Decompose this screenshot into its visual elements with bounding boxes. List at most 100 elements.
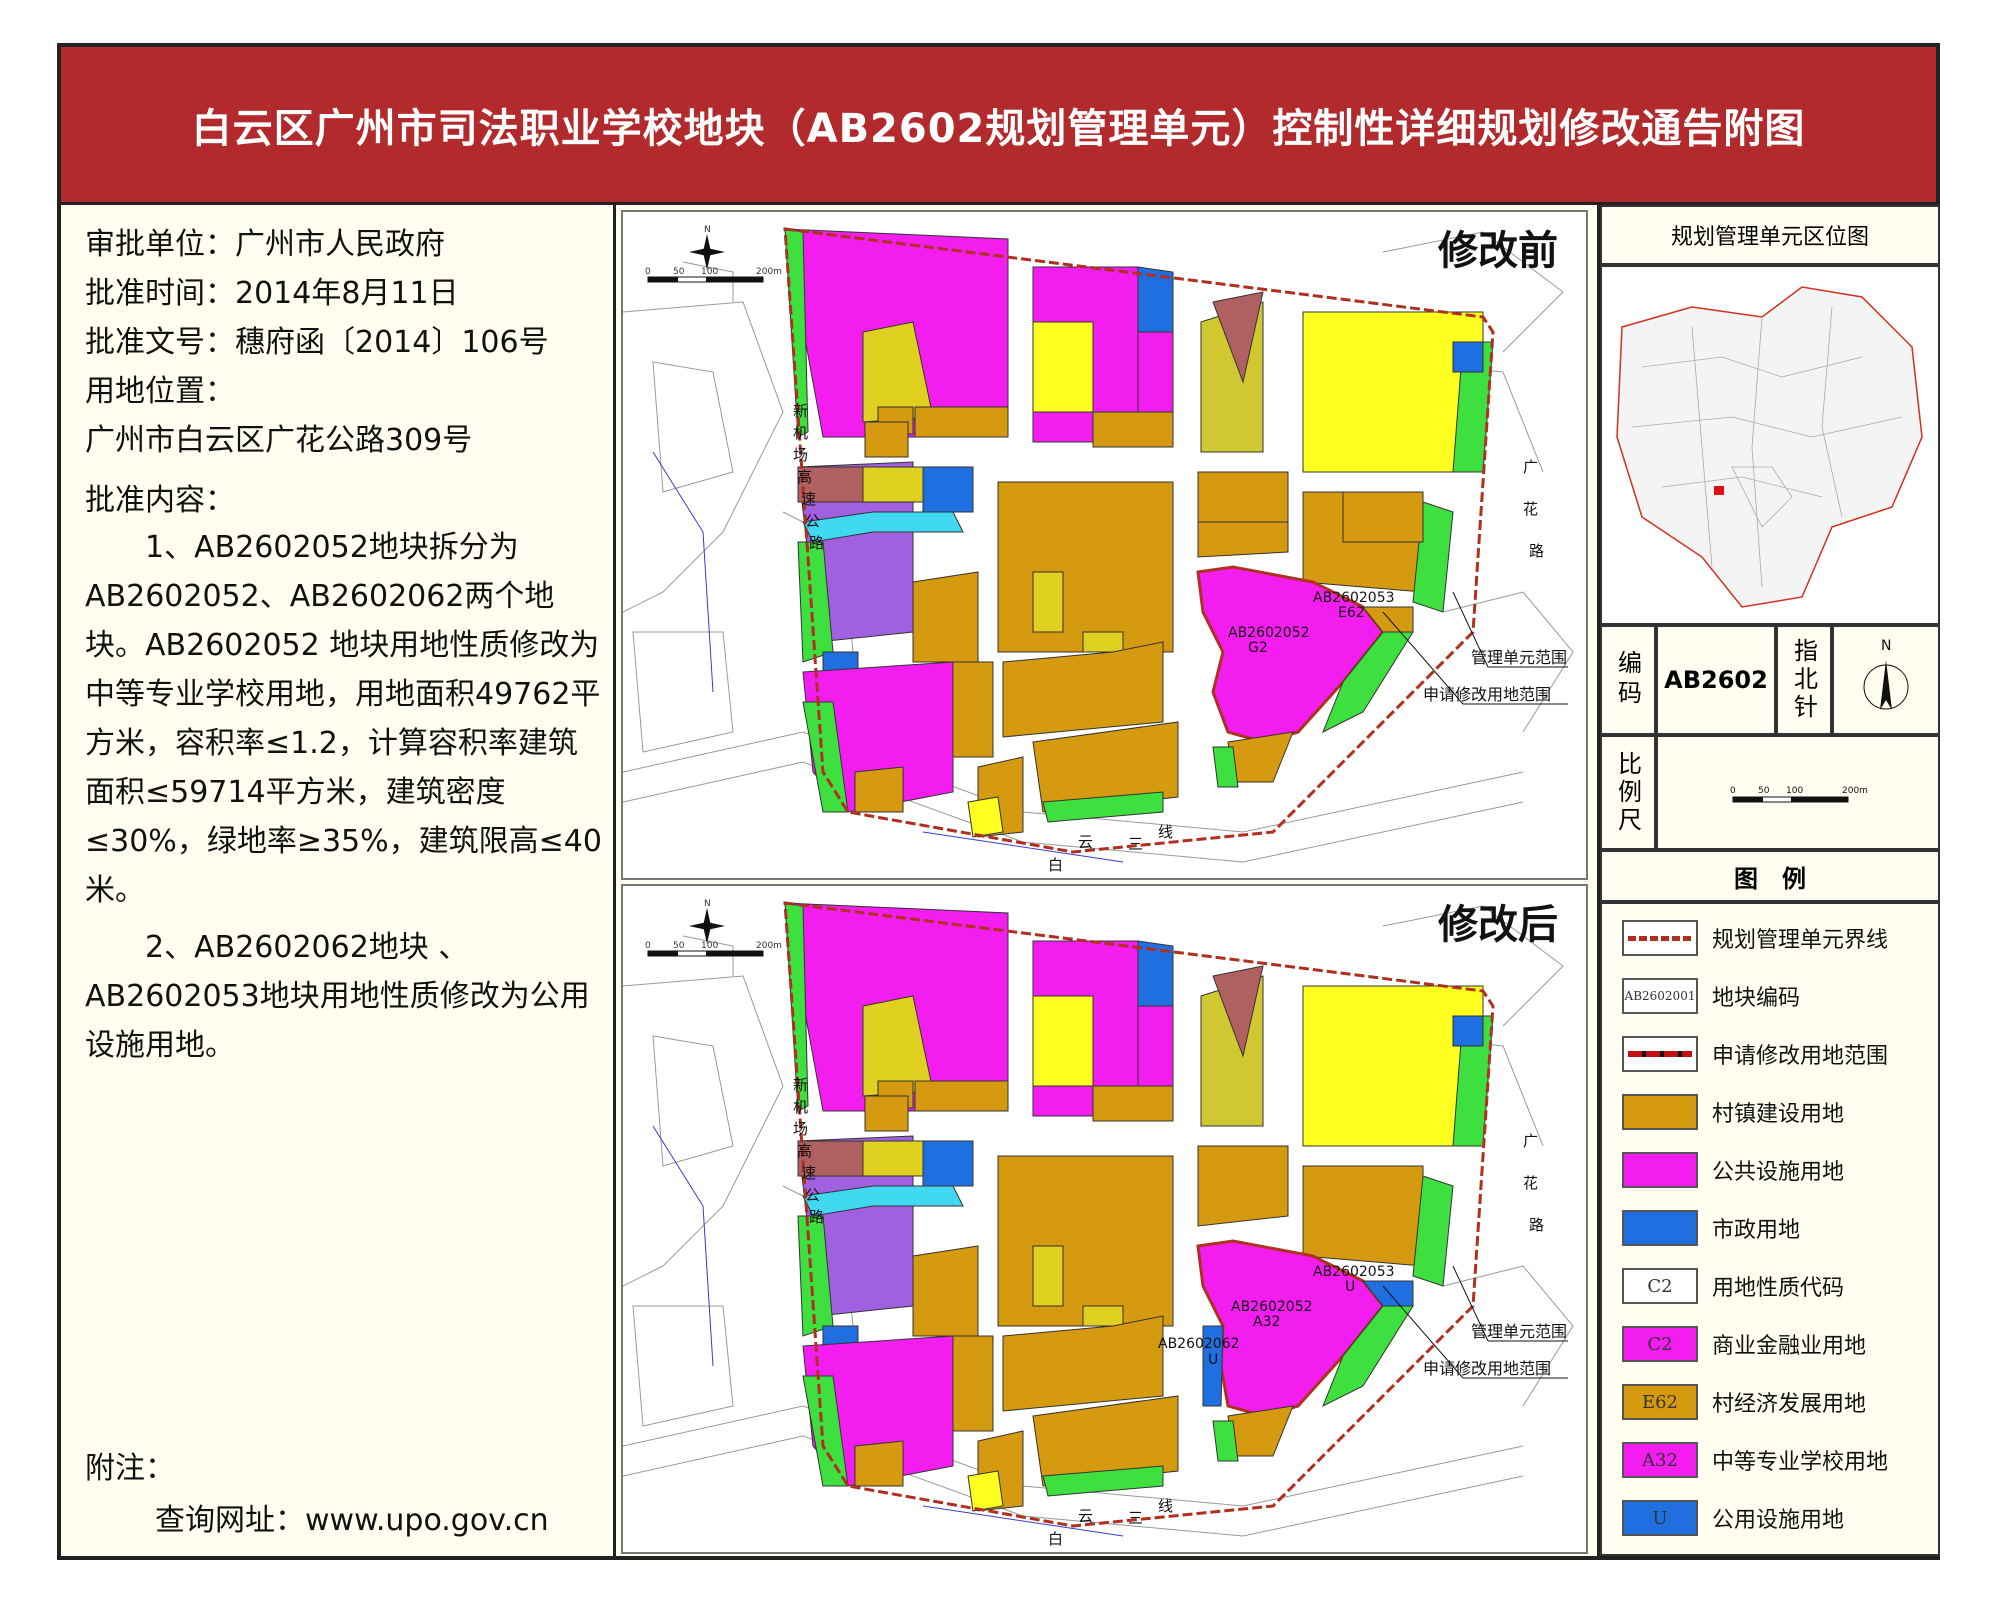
page-title: 白云区广州市司法职业学校地块（AB2602规划管理单元）控制性详细规划修改通告附… xyxy=(191,105,1806,152)
road-label-west-1: 机 xyxy=(793,424,808,442)
label-parcel-62-after: AB2602062 xyxy=(1158,1336,1240,1352)
road-label-west-5: 公 xyxy=(805,1186,820,1204)
scale-tick-0: 0 xyxy=(645,941,651,951)
legend-swatch-village-economy: E62 xyxy=(1622,1384,1698,1420)
road-label-east-2: 路 xyxy=(1529,542,1544,560)
scale-tick-right-100: 100 xyxy=(1786,786,1803,796)
location-map-header: 规划管理单元区位图 xyxy=(1600,205,1940,265)
approval-doc: 批准文号：穗府函〔2014〕106号 xyxy=(85,325,549,360)
road-label-south-1: 云 xyxy=(1078,1507,1093,1525)
approval-item-2: 2、AB2602062地块 、AB2602053地块用地性质修改为公用设施用地。 xyxy=(85,930,590,1063)
legend-label-code: 地块编码 xyxy=(1712,986,1801,1011)
svg-text:N: N xyxy=(704,899,711,909)
legend-label-public: 公共设施用地 xyxy=(1712,1160,1845,1185)
right-panel: 规划管理单元区位图 编码 AB2602 指北针 N 比例尺 0 50 100 2… xyxy=(1597,205,1940,1556)
scale-tick-100: 100 xyxy=(701,267,718,277)
legend-label-boundary: 规划管理单元界线 xyxy=(1712,928,1889,953)
legend-swatch-commercial: C2 xyxy=(1622,1326,1698,1362)
map-after-title: 修改后 xyxy=(1438,902,1558,948)
legend-label-commercial: 商业金融业用地 xyxy=(1712,1334,1867,1359)
road-label-east-0: 广 xyxy=(1523,1132,1538,1150)
scale-bar xyxy=(647,950,764,957)
north-arrow-cell: N xyxy=(1832,625,1940,735)
label-code-52-before: G2 xyxy=(1248,640,1268,656)
road-label-west-4: 速 xyxy=(801,1164,816,1182)
legend-item-school: A32 中等专业学校用地 xyxy=(1622,1438,1888,1482)
legend-header: 图 例 xyxy=(1600,850,1940,902)
legend-item-village-economy: E62 村经济发展用地 xyxy=(1622,1380,1866,1424)
label-parcel-53-before: AB2602053 xyxy=(1313,590,1395,606)
north-label-cell: 指北针 xyxy=(1776,625,1832,735)
map-after-svg: N 0 50 100 200m AB2602052 A32 AB2602053 … xyxy=(622,886,1586,1552)
scale-bar-right: 0 50 100 200m xyxy=(1730,786,1868,803)
scale-tick-100: 100 xyxy=(701,941,718,951)
legend-item-code: AB2602001 地块编码 xyxy=(1622,974,1800,1018)
scale-tick-200: 200m xyxy=(756,267,782,277)
code-value-cell: AB2602 xyxy=(1656,625,1776,735)
road-label-south-2: 三 xyxy=(1128,835,1143,853)
label-code-53-after: U xyxy=(1345,1279,1355,1295)
code-value: AB2602 xyxy=(1664,666,1768,694)
location-map-title: 规划管理单元区位图 xyxy=(1670,225,1869,250)
callout-boundary-after: 管理单元范围 xyxy=(1471,1322,1567,1341)
scale-tick-200: 200m xyxy=(756,941,782,951)
location-map xyxy=(1600,265,1940,625)
legend-item-public: 公共设施用地 xyxy=(1622,1148,1844,1192)
scale-label-cell: 比例尺 xyxy=(1600,735,1656,850)
code-label: 编码 xyxy=(1613,650,1642,710)
location-marker xyxy=(1714,486,1724,495)
legend-item-utility: U 公用设施用地 xyxy=(1622,1496,1844,1540)
road-label-south-3: 线 xyxy=(1158,823,1173,841)
scale-tick-right-50: 50 xyxy=(1758,786,1770,796)
map-before: N 0 50 100 200m AB2602052 G2 AB2602053 E… xyxy=(621,210,1588,880)
road-label-west-3: 高 xyxy=(797,1142,812,1160)
scale-tick-right-0: 0 xyxy=(1730,786,1736,796)
road-label-west-2: 场 xyxy=(793,446,808,464)
code-label-cell: 编码 xyxy=(1600,625,1656,735)
road-label-west-0: 新 xyxy=(793,1076,808,1094)
road-label-west-1: 机 xyxy=(793,1098,808,1116)
road-label-south-3: 线 xyxy=(1158,1497,1173,1515)
legend-swatch-school: A32 xyxy=(1622,1442,1698,1478)
content-label: 批准内容： xyxy=(85,483,235,518)
callout-boundary-before: 管理单元范围 xyxy=(1471,648,1567,667)
callout-request-before: 申请修改用地范围 xyxy=(1423,685,1551,704)
legend-label-village-economy: 村经济发展用地 xyxy=(1712,1392,1867,1417)
legend-label-landcode: 用地性质代码 xyxy=(1712,1276,1845,1301)
title-bar: 白云区广州市司法职业学校地块（AB2602规划管理单元）控制性详细规划修改通告附… xyxy=(61,47,1936,205)
scale-label: 比例尺 xyxy=(1613,750,1642,835)
legend-item-village: 村镇建设用地 xyxy=(1622,1090,1844,1134)
road-label-south-2: 三 xyxy=(1128,1509,1143,1527)
legend-title: 图 例 xyxy=(1734,864,1806,893)
location-map-svg xyxy=(1616,286,1923,608)
approval-time: 批准时间：2014年8月11日 xyxy=(85,276,459,311)
road-label-west-5: 公 xyxy=(805,512,820,530)
legend-swatch-request xyxy=(1622,1036,1698,1072)
road-label-east-1: 花 xyxy=(1523,1174,1538,1192)
approval-unit: 审批单位：广州市人民政府 xyxy=(85,227,445,262)
legend-swatch-village xyxy=(1622,1094,1698,1130)
north-arrow-letter: N xyxy=(1881,638,1891,654)
svg-text:N: N xyxy=(704,225,711,235)
legend-swatch-code: AB2602001 xyxy=(1622,978,1698,1014)
scale-tick-right-200: 200m xyxy=(1842,786,1868,796)
road-label-east-1: 花 xyxy=(1523,500,1538,518)
road-label-west-0: 新 xyxy=(793,402,808,420)
scale-cell: 0 50 100 200m xyxy=(1656,735,1940,850)
road-label-east-2: 路 xyxy=(1529,1216,1544,1234)
legend-item-landcode: C2 用地性质代码 xyxy=(1622,1264,1844,1308)
road-label-west-3: 高 xyxy=(797,468,812,486)
map-after: N 0 50 100 200m AB2602052 A32 AB2602053 … xyxy=(621,884,1588,1554)
website: 查询网址：www.upo.gov.cn xyxy=(155,1503,549,1538)
road-label-west-6: 路 xyxy=(809,1208,824,1226)
road-label-west-2: 场 xyxy=(793,1120,808,1138)
label-parcel-53-after: AB2602053 xyxy=(1313,1264,1395,1280)
label-code-52-after: A32 xyxy=(1253,1314,1280,1330)
location-label: 用地位置： xyxy=(85,374,235,409)
road-label-west-6: 路 xyxy=(809,534,824,552)
north-arrow-icon: N xyxy=(1863,638,1909,710)
legend-swatch-municipal xyxy=(1622,1210,1698,1246)
label-parcel-52-before: AB2602052 xyxy=(1228,625,1310,641)
legend-swatch-boundary xyxy=(1622,920,1698,956)
scale-tick-0: 0 xyxy=(645,267,651,277)
